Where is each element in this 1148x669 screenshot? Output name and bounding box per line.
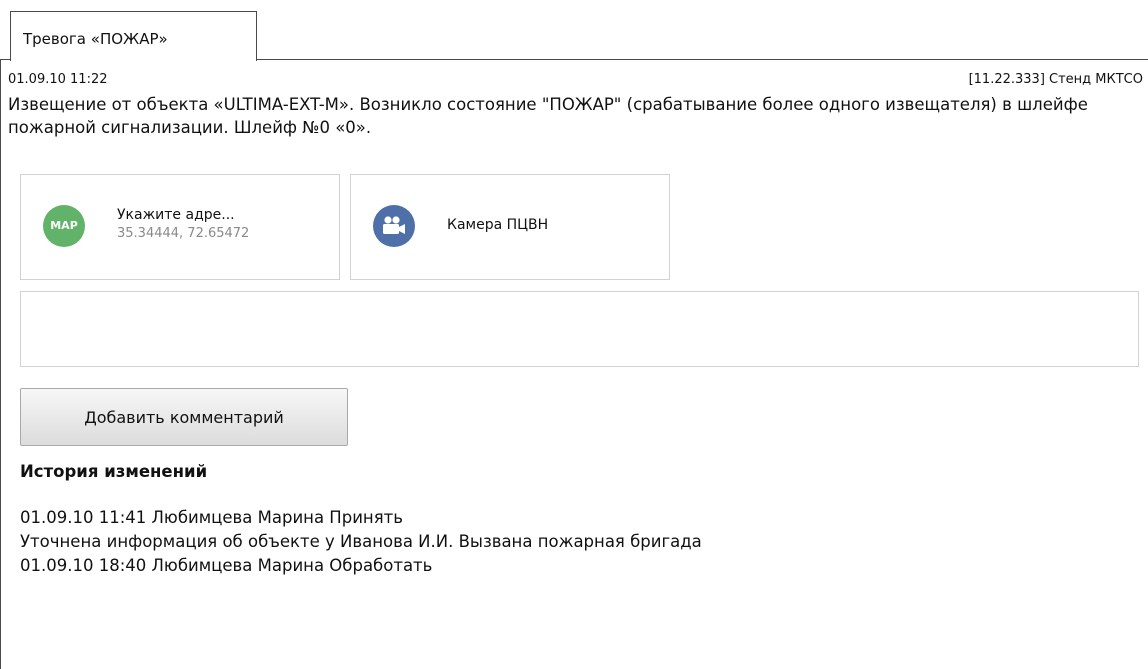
camera-card-title: Камера ПЦВН [447, 217, 549, 233]
event-message: Извещение от объекта «ULTIMA-EXT-M». Воз… [8, 95, 1088, 137]
alarm-panel: 01.09.10 11:22 [11.22.333] Стенд МКТСО И… [0, 59, 1148, 669]
comment-input[interactable] [20, 291, 1139, 367]
map-badge-label: MAP [50, 219, 78, 232]
map-card[interactable]: MAP Укажите адре... 35.34444, 72.65472 [20, 174, 340, 280]
history-entry: Уточнена информация об объекте у Иванова… [20, 532, 702, 551]
history-entry: 01.09.10 18:40 Любимцева Марина Обработа… [20, 556, 433, 575]
event-source: [11.22.333] Стенд МКТСО [968, 72, 1143, 87]
tab-label: Тревога «ПОЖАР» [23, 30, 168, 48]
history-list: 01.09.10 11:41 Любимцева Марина Принять … [20, 506, 1120, 578]
video-camera-glyph [383, 216, 405, 234]
history-entry: 01.09.10 11:41 Любимцева Марина Принять [20, 508, 403, 527]
add-comment-button[interactable]: Добавить комментарий [20, 388, 348, 446]
map-card-title: Укажите адре... [117, 207, 235, 223]
video-camera-icon [373, 205, 415, 247]
map-card-coordinates: 35.34444, 72.65472 [117, 226, 250, 241]
tab-fire-alarm[interactable]: Тревога «ПОЖАР» [10, 11, 257, 61]
alarm-window: Тревога «ПОЖАР» 01.09.10 11:22 [11.22.33… [0, 0, 1148, 669]
history-title: История изменений [20, 462, 208, 481]
event-datetime: 01.09.10 11:22 [8, 72, 108, 87]
map-badge-icon: MAP [43, 205, 85, 247]
camera-card[interactable]: Камера ПЦВН [350, 174, 670, 280]
